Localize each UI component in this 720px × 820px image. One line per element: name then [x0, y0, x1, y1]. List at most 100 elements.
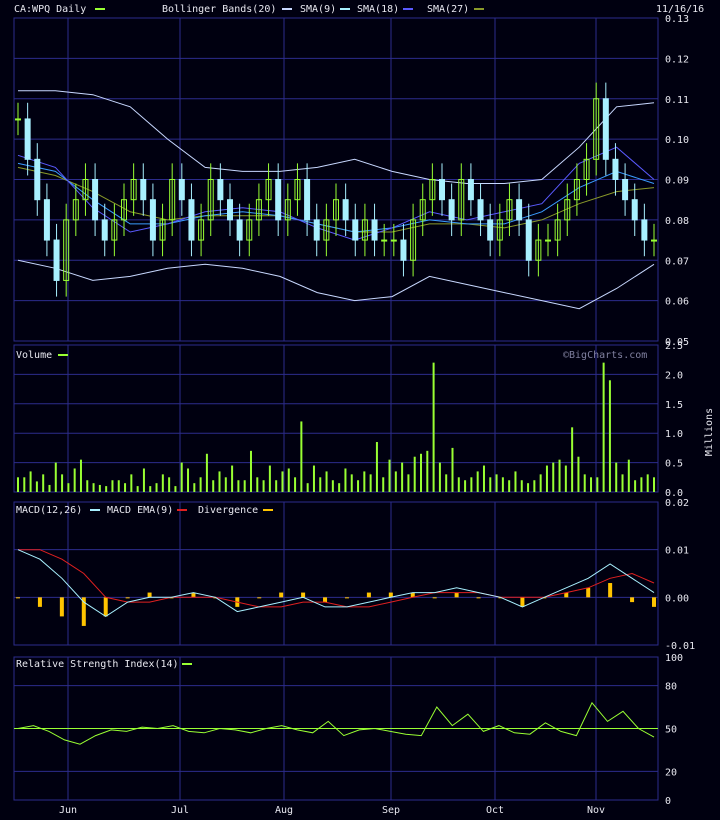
x-tick-label: Nov: [587, 805, 605, 816]
volume-bar: [634, 480, 637, 492]
volume-bar: [445, 474, 448, 492]
volume-bar: [501, 477, 504, 492]
divergence-bar: [16, 597, 20, 599]
volume-bar: [350, 474, 353, 492]
y-tick-label: 0.01: [665, 546, 689, 557]
volume-bar: [205, 453, 208, 492]
stock-chart: 0.130.120.110.100.090.080.070.060.05 CA:…: [0, 0, 720, 820]
volume-bar: [545, 465, 548, 492]
y-tick-label: 0.06: [665, 297, 689, 308]
volume-bar: [527, 483, 530, 492]
volume-bar: [564, 465, 567, 492]
x-tick-label: Jul: [171, 805, 189, 816]
volume-bar: [306, 483, 309, 492]
divergence-bar: [454, 592, 459, 598]
divergence-bar: [344, 597, 349, 599]
volume-bar: [602, 362, 605, 492]
price-candle: [43, 199, 50, 241]
volume-bar: [558, 459, 561, 492]
volume-bar: [640, 477, 643, 492]
volume-bar: [382, 477, 385, 492]
volume-bar: [117, 480, 120, 492]
volume-bar: [369, 474, 372, 492]
price-candle: [467, 179, 474, 201]
volume-bar: [256, 477, 259, 492]
volume-bar: [653, 477, 655, 492]
volume-bar: [237, 480, 240, 492]
volume-bar: [470, 477, 473, 492]
sma27-label: SMA(27): [427, 4, 469, 15]
volume-bar: [281, 471, 284, 492]
y-tick-label: 1.5: [665, 400, 683, 411]
volume-bar: [357, 480, 360, 492]
price-candle: [92, 179, 99, 221]
volume-bar: [520, 480, 523, 492]
y-tick-label: 0.5: [665, 459, 683, 470]
volume-bar: [61, 474, 64, 492]
divergence-label: Divergence: [198, 505, 258, 516]
sma9-label: SMA(9): [300, 4, 336, 15]
price-candle: [602, 98, 609, 160]
volume-bar: [268, 465, 271, 492]
volume-bar: [300, 421, 303, 492]
volume-bar: [212, 480, 215, 492]
rsi-label: Relative Strength Index(14): [16, 659, 179, 670]
bollinger-label: Bollinger Bands(20): [162, 4, 276, 15]
volume-bar: [23, 477, 26, 492]
price-candle: [101, 219, 108, 241]
divergence-bar: [586, 587, 591, 598]
volume-bar: [275, 480, 278, 492]
price-candle: [178, 179, 185, 201]
volume-bar: [615, 462, 618, 492]
volume-bar: [142, 468, 145, 492]
divergence-bar: [432, 597, 437, 599]
volume-bar: [180, 462, 183, 492]
x-tick-label: Aug: [275, 805, 293, 816]
y-tick-label: 0.10: [665, 135, 689, 146]
volume-bar: [331, 480, 334, 492]
volume-bar: [224, 477, 227, 492]
volume-bar: [508, 480, 511, 492]
divergence-bar: [366, 592, 371, 598]
volume-bar: [124, 483, 127, 492]
volume-bar: [149, 486, 152, 492]
volume-bar: [608, 380, 611, 492]
divergence-bar: [279, 592, 284, 598]
price-candle: [236, 219, 243, 241]
divergence-bar: [608, 583, 613, 598]
volume-bar: [375, 442, 378, 492]
volume-bar: [111, 480, 114, 492]
divergence-bar: [103, 597, 108, 617]
price-candle: [631, 199, 638, 221]
volume-bar: [155, 483, 158, 492]
volume-bar: [325, 471, 328, 492]
volume-bar: [539, 474, 542, 492]
price-candle: [545, 239, 551, 242]
y-tick-label: 0: [665, 796, 671, 807]
price-candle: [477, 199, 484, 221]
volume-bar: [407, 474, 410, 492]
volume-bar: [42, 474, 45, 492]
volume-bar: [338, 483, 341, 492]
volume-bar: [67, 483, 70, 492]
volume-bar: [187, 468, 190, 492]
volume-bar: [17, 477, 19, 492]
volume-bar: [344, 468, 347, 492]
volume-bar: [432, 362, 435, 492]
divergence-bar: [125, 597, 130, 599]
volume-bar: [464, 480, 467, 492]
sma18-label: SMA(18): [357, 4, 399, 15]
price-candle: [149, 199, 156, 241]
y-tick-label: 0.00: [665, 593, 689, 604]
volume-bar: [476, 471, 479, 492]
volume-bar: [79, 459, 82, 492]
price-candle: [612, 158, 619, 180]
price-candle: [34, 158, 41, 201]
price-candle: [448, 199, 455, 221]
volume-bar: [457, 477, 460, 492]
volume-bar: [262, 480, 265, 492]
volume-bar: [287, 468, 290, 492]
volume-bar: [394, 471, 397, 492]
volume-bar: [168, 477, 171, 492]
x-tick-label: Oct: [486, 805, 504, 816]
